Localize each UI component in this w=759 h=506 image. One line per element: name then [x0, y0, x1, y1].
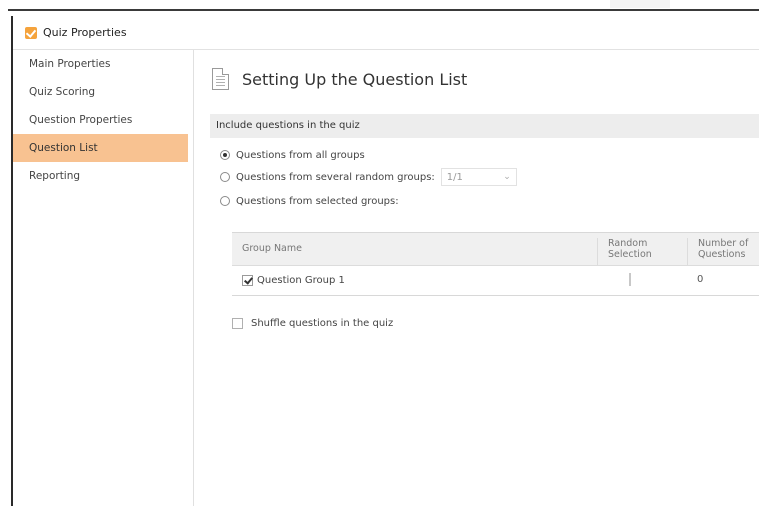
sidebar-item-reporting[interactable]: Reporting	[13, 162, 188, 190]
sidebar-item-question-properties[interactable]: Question Properties	[13, 106, 188, 134]
chevron-down-icon: ⌄	[503, 172, 511, 182]
screen-edge-mark	[610, 0, 670, 8]
header-random-line2: Selection	[608, 249, 652, 260]
groups-table: Group Name Random Selection Number of Qu…	[232, 232, 759, 296]
shuffle-checkbox[interactable]	[232, 318, 243, 329]
random-selection-checkbox[interactable]	[629, 273, 631, 286]
document-icon	[212, 68, 229, 90]
option-selected-groups[interactable]: Questions from selected groups:	[220, 192, 399, 210]
main-panel: Setting Up the Question List Include que…	[194, 50, 759, 506]
section-header: Include questions in the quiz	[210, 114, 759, 138]
header-group-name[interactable]: Group Name	[242, 233, 302, 265]
page-title: Setting Up the Question List	[242, 70, 468, 89]
header-number-line2: Questions	[698, 249, 746, 260]
random-groups-select[interactable]: 1/1 ⌄	[440, 168, 517, 186]
random-selection-cell	[629, 273, 635, 286]
table-row[interactable]: Question Group 1 0	[232, 266, 759, 294]
header-random-line1: Random	[608, 238, 648, 249]
sidebar: Main Properties Quiz Scoring Question Pr…	[13, 50, 194, 506]
sidebar-item-main-properties[interactable]: Main Properties	[13, 50, 188, 78]
radio-selected-groups[interactable]	[220, 196, 230, 206]
shuffle-label: Shuffle questions in the quiz	[251, 318, 394, 329]
screen-edge-line	[8, 9, 759, 11]
option-all-groups-label: Questions from all groups	[236, 149, 365, 161]
option-selected-groups-label: Questions from selected groups:	[236, 195, 399, 207]
option-all-groups[interactable]: Questions from all groups	[220, 146, 365, 164]
question-count[interactable]: 0	[697, 266, 703, 294]
option-random-groups[interactable]: Questions from several random groups: 1/…	[220, 168, 517, 186]
radio-random-groups[interactable]	[220, 172, 230, 182]
group-name: Question Group 1	[257, 274, 345, 286]
window-title: Quiz Properties	[43, 26, 127, 39]
sidebar-item-question-list[interactable]: Question List	[13, 134, 188, 162]
title-bar: Quiz Properties	[13, 16, 759, 50]
group-checkbox[interactable]	[242, 274, 253, 286]
group-name-cell: Question Group 1	[242, 266, 345, 294]
shuffle-option[interactable]: Shuffle questions in the quiz	[232, 318, 393, 329]
header-number-line1: Number of	[698, 238, 749, 249]
random-groups-select-value: 1/1	[446, 171, 463, 183]
table-header: Group Name Random Selection Number of Qu…	[232, 233, 759, 266]
radio-all-groups[interactable]	[220, 150, 230, 160]
header-random-selection[interactable]: Random Selection	[597, 238, 687, 265]
sidebar-item-quiz-scoring[interactable]: Quiz Scoring	[13, 78, 188, 106]
header-number-of-questions[interactable]: Number of Questions	[687, 238, 759, 265]
quiz-check-icon	[25, 26, 37, 39]
quiz-properties-window: Quiz Properties Main Properties Quiz Sco…	[11, 16, 759, 506]
option-random-groups-label: Questions from several random groups:	[236, 171, 435, 183]
